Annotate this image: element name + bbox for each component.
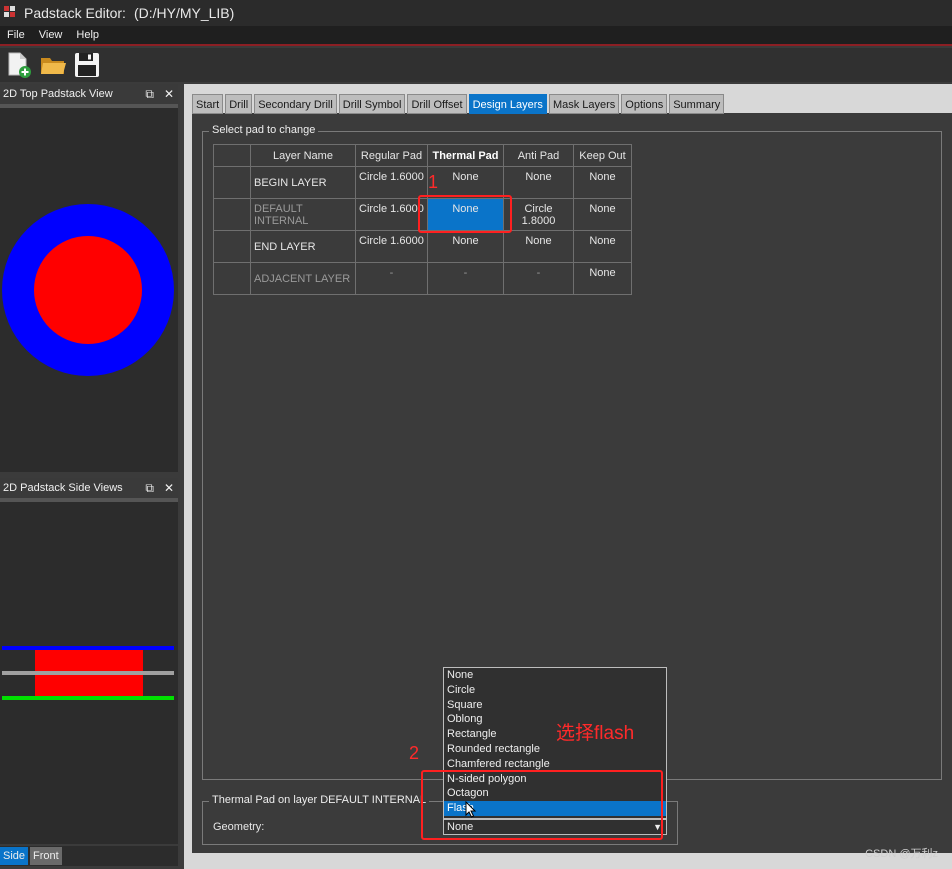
open-folder-icon[interactable] [38,50,68,80]
menu-help[interactable]: Help [69,29,106,41]
top-view-title-bar: 2D Top Padstack View ⧉ ✕ [0,84,178,104]
app-logo-icon [4,6,18,20]
annotation-box-2 [421,770,663,840]
row-header-cell[interactable] [213,166,251,199]
annotation-hint: 选择flash [556,723,635,744]
save-icon[interactable] [72,50,102,80]
table-row[interactable]: ADJACENT LAYER - - - None [213,262,632,295]
geometry-group-title: Thermal Pad on layer DEFAULT INTERNAL [209,794,430,806]
inner-pad-shape [34,236,142,344]
thermal-pad-cell[interactable]: - [427,262,504,295]
row-header-cell[interactable] [213,230,251,263]
begin-layer-line [2,646,174,650]
column-header[interactable]: Anti Pad [503,144,574,167]
float-icon[interactable]: ⧉ [145,87,154,102]
top-view-canvas [0,104,178,472]
menu-view[interactable]: View [32,29,70,41]
tab-bar: Start Drill Secondary Drill Drill Symbol… [192,94,725,114]
column-header[interactable]: Thermal Pad [427,144,504,167]
layer-name-cell[interactable]: BEGIN LAYER [250,166,356,199]
side-view-canvas [0,498,178,844]
tab-mask-layers[interactable]: Mask Layers [548,94,620,114]
dropdown-option-square[interactable]: Square [444,698,666,713]
anti-pad-cell[interactable]: None [503,166,574,199]
thermal-pad-cell[interactable]: None [427,230,504,263]
keepout-cell[interactable]: None [573,166,632,199]
window-path: (D:/HY/MY_LIB) [133,5,235,21]
anti-pad-cell[interactable]: None [503,230,574,263]
regular-pad-cell[interactable]: Circle 1.6000 [355,198,428,231]
tab-options[interactable]: Options [621,94,668,114]
anti-pad-cell[interactable]: Circle 1.8000 [503,198,574,231]
side-view-dock: 2D Padstack Side Views ⧉ ✕ [0,478,178,844]
column-header [213,144,251,167]
tab-summary[interactable]: Summary [669,94,725,114]
toolbar [0,48,952,82]
top-view-title: 2D Top Padstack View [3,88,113,100]
table-header-row: Layer Name Regular Pad Thermal Pad Anti … [213,144,632,167]
annotation-box-1 [418,195,512,233]
layer-name-cell[interactable]: ADJACENT LAYER [250,262,356,295]
regular-pad-cell[interactable]: Circle 1.6000 [355,230,428,263]
float-icon[interactable]: ⧉ [145,481,154,496]
thermal-pad-cell[interactable]: None [427,166,504,199]
keepout-cell[interactable]: None [573,262,632,295]
tab-side[interactable]: Side [0,847,29,865]
regular-pad-cell[interactable]: - [355,262,428,295]
column-header[interactable]: Regular Pad [355,144,428,167]
tab-start[interactable]: Start [192,94,224,114]
watermark: CSDN @万利z [865,848,938,860]
select-pad-group-title: Select pad to change [209,124,319,136]
tab-drill-symbol[interactable]: Drill Symbol [338,94,406,114]
dropdown-option-none[interactable]: None [444,668,666,683]
dropdown-option-circle[interactable]: Circle [444,683,666,698]
side-view-title-bar: 2D Padstack Side Views ⧉ ✕ [0,478,178,498]
tab-drill[interactable]: Drill [225,94,253,114]
internal-layer-line [2,671,174,675]
menu-bar: File View Help [0,26,952,46]
regular-pad-cell[interactable]: Circle 1.6000 [355,166,428,199]
tab-drill-offset[interactable]: Drill Offset [407,94,467,114]
annotation-step-1: 1 [428,172,439,192]
column-header[interactable]: Layer Name [250,144,356,167]
new-file-icon[interactable] [4,50,34,80]
column-header[interactable]: Keep Out [573,144,632,167]
layer-name-cell[interactable]: END LAYER [250,230,356,263]
side-view-title: 2D Padstack Side Views [3,482,123,494]
table-row[interactable]: BEGIN LAYER Circle 1.6000 None None None [213,166,632,199]
view-tabs: Side Front [0,846,178,866]
close-icon[interactable]: ✕ [164,481,174,495]
table-row[interactable]: END LAYER Circle 1.6000 None None None [213,230,632,263]
title-bar: Padstack Editor: (D:/HY/MY_LIB) [0,0,952,26]
anti-pad-cell[interactable]: - [503,262,574,295]
keepout-cell[interactable]: None [573,198,632,231]
layer-name-cell[interactable]: DEFAULT INTERNAL [250,198,356,231]
window-title: Padstack Editor: [24,5,126,21]
row-header-cell[interactable] [213,262,251,295]
top-view-dock: 2D Top Padstack View ⧉ ✕ [0,84,178,472]
end-layer-line [2,696,174,700]
tab-design-layers[interactable]: Design Layers [468,94,547,114]
annotation-step-2: 2 [409,743,420,763]
row-header-cell[interactable] [213,198,251,231]
close-icon[interactable]: ✕ [164,87,174,101]
keepout-cell[interactable]: None [573,230,632,263]
geometry-label: Geometry: [213,821,265,833]
tab-front[interactable]: Front [30,847,62,865]
menu-file[interactable]: File [0,29,32,41]
tab-secondary-drill[interactable]: Secondary Drill [254,94,337,114]
